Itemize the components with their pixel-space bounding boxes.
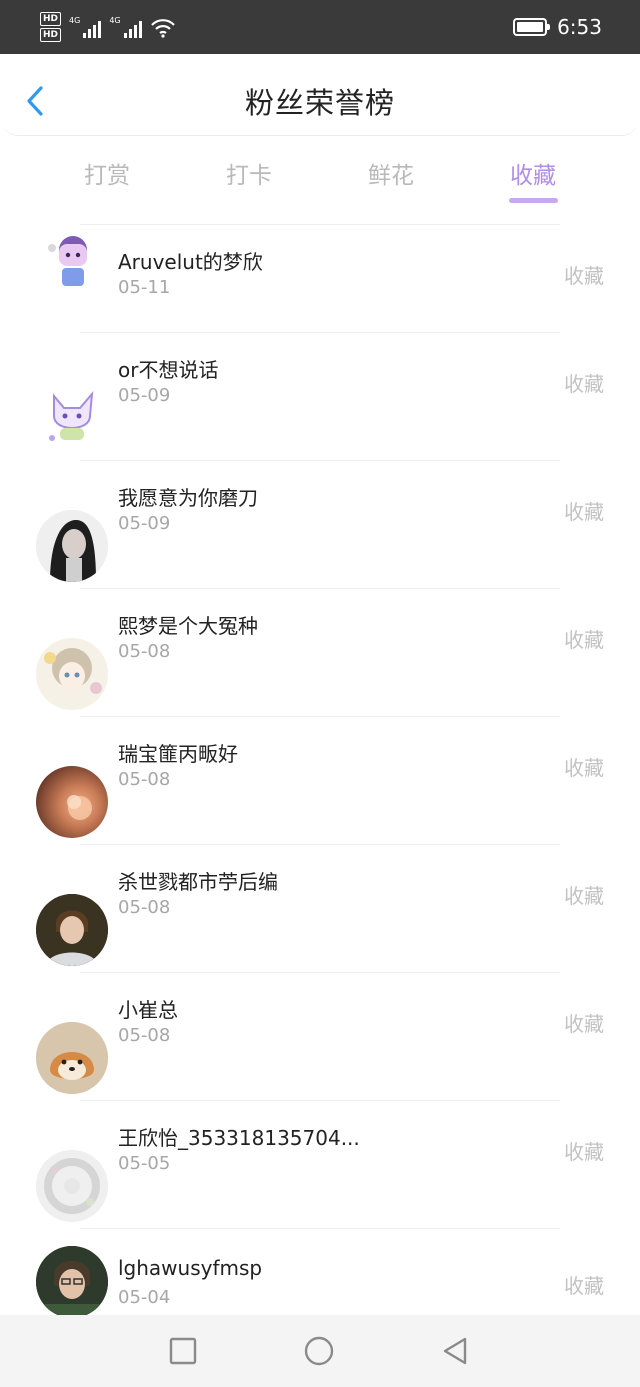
row-divider [80, 224, 560, 225]
recent-apps-square-icon[interactable] [167, 1335, 199, 1367]
fan-date: 05-05 [118, 1153, 171, 1174]
avatar [36, 382, 108, 454]
fan-action: 收藏 [564, 1012, 604, 1036]
status-bar: HD HD 4G 4G 6:53 [0, 0, 640, 54]
battery-icon [513, 18, 551, 36]
status-time: 6:53 [557, 15, 602, 39]
row-divider [80, 588, 560, 589]
avatar [36, 1150, 108, 1222]
fan-action: 收藏 [564, 756, 604, 780]
fan-date: 05-11 [118, 277, 171, 298]
fan-action: 收藏 [564, 264, 604, 288]
network-type-1: 4G [69, 16, 81, 25]
system-nav-bar [0, 1315, 640, 1387]
fan-action: 收藏 [564, 500, 604, 524]
list-item[interactable]: 我愿意为你磨刀 05-09 收藏 [0, 460, 640, 588]
page-title: 粉丝荣誉榜 [244, 86, 395, 120]
hd-badge-1: HD [40, 12, 62, 26]
fan-name: lghawusyfmsp [118, 1256, 263, 1280]
avatar [36, 894, 108, 966]
fan-action: 收藏 [564, 372, 604, 396]
list-item[interactable]: 熙梦是个大冤种 05-08 收藏 [0, 588, 640, 716]
fan-date: 05-08 [118, 769, 171, 790]
active-tab-indicator [509, 198, 558, 203]
avatar [36, 766, 108, 838]
fan-action: 收藏 [564, 1274, 604, 1298]
fan-name: 瑞宝篚丙畈好 [118, 742, 238, 766]
fan-date: 05-04 [118, 1287, 171, 1308]
row-divider [80, 460, 560, 461]
avatar [40, 230, 104, 294]
list-item[interactable]: lghawusyfmsp 05-04 收藏 [0, 1228, 640, 1315]
fan-list: Aruvelut的梦欣 05-11 收藏 or不想说话 05-09 收藏 我愿意… [0, 212, 640, 1315]
avatar [36, 510, 108, 582]
fan-action: 收藏 [564, 628, 604, 652]
fan-action: 收藏 [564, 884, 604, 908]
signal-icon-2: 4G [109, 16, 142, 38]
row-divider [80, 972, 560, 973]
avatar [36, 1022, 108, 1094]
row-divider [80, 1228, 560, 1229]
list-item[interactable]: 王欣怡_353318135704... 05-05 收藏 [0, 1100, 640, 1228]
tab-flowers[interactable]: 鲜花 [346, 156, 436, 190]
hd-indicators: HD HD [40, 12, 62, 42]
fan-name: 我愿意为你磨刀 [118, 486, 258, 510]
fan-name: 熙梦是个大冤种 [118, 614, 258, 638]
avatar [36, 638, 108, 710]
list-item[interactable]: 杀世戮都市苧后编 05-08 收藏 [0, 844, 640, 972]
list-item[interactable]: 瑞宝篚丙畈好 05-08 收藏 [0, 716, 640, 844]
fan-name: 小崔总 [118, 998, 178, 1022]
fan-date: 05-08 [118, 1025, 171, 1046]
list-item[interactable]: or不想说话 05-09 收藏 [0, 332, 640, 460]
row-divider [80, 716, 560, 717]
signal-icon-1: 4G [69, 16, 102, 38]
home-circle-icon[interactable] [303, 1335, 335, 1367]
status-right: 6:53 [513, 12, 602, 42]
tab-tip[interactable]: 打赏 [62, 156, 152, 190]
fan-name: 杀世戮都市苧后编 [118, 870, 278, 894]
network-type-2: 4G [109, 16, 121, 25]
tab-favorites[interactable]: 收藏 [488, 156, 578, 190]
fan-name: Aruvelut的梦欣 [118, 250, 263, 274]
status-left: HD HD 4G 4G [40, 8, 176, 46]
fan-date: 05-09 [118, 513, 171, 534]
header: 粉丝荣誉榜 [2, 54, 638, 136]
avatar [36, 1246, 108, 1315]
back-triangle-icon[interactable] [440, 1335, 472, 1367]
list-item[interactable]: 小崔总 05-08 收藏 [0, 972, 640, 1100]
fan-date: 05-08 [118, 897, 171, 918]
fan-date: 05-08 [118, 641, 171, 662]
fan-action: 收藏 [564, 1140, 604, 1164]
hd-badge-2: HD [40, 28, 62, 42]
row-divider [80, 1100, 560, 1101]
tab-bar: 打赏 打卡 鲜花 收藏 [0, 150, 640, 210]
row-divider [80, 332, 560, 333]
fan-date: 05-09 [118, 385, 171, 406]
wifi-icon [150, 19, 175, 38]
fan-name: 王欣怡_353318135704... [118, 1126, 360, 1150]
tab-checkin[interactable]: 打卡 [204, 156, 294, 190]
row-divider [80, 844, 560, 845]
fan-name: or不想说话 [118, 358, 219, 382]
